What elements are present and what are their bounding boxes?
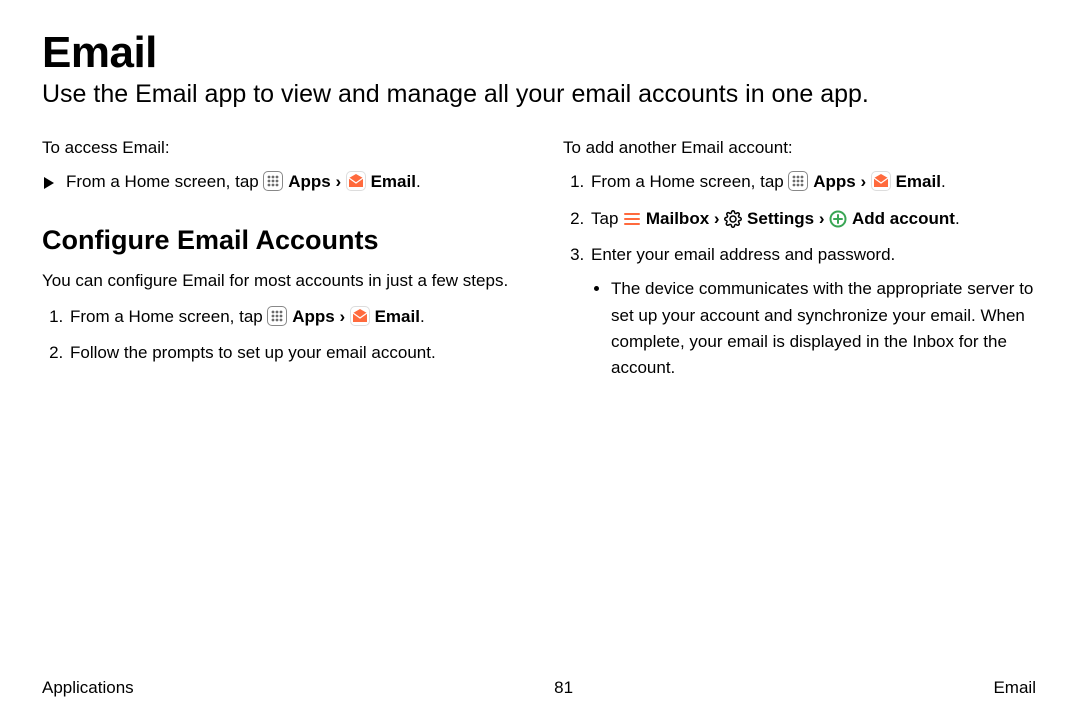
text-fragment: . <box>955 209 960 228</box>
footer-page-number: 81 <box>554 678 573 698</box>
apps-grid-icon <box>267 306 287 326</box>
content-columns: To access Email: From a Home screen, tap <box>42 135 1038 392</box>
add-intro: To add another Email account: <box>563 135 1038 161</box>
manual-page: Email Use the Email app to view and mana… <box>0 0 1080 720</box>
text-fragment: . <box>420 307 425 326</box>
right-column: To add another Email account: From a Hom… <box>563 135 1038 392</box>
add-account-label: Add account <box>852 209 955 228</box>
chevron-icon: › <box>860 172 866 191</box>
list-item: The device communicates with the appropr… <box>611 276 1038 381</box>
plus-circle-icon <box>829 210 847 228</box>
add-account-steps: From a Home screen, tap Apps › <box>563 169 1038 381</box>
email-envelope-icon <box>350 306 370 326</box>
chevron-icon: › <box>819 209 825 228</box>
access-intro: To access Email: <box>42 135 517 161</box>
chevron-icon: › <box>714 209 720 228</box>
apps-label: Apps <box>292 307 335 326</box>
footer-right: Email <box>993 678 1036 698</box>
configure-heading: Configure Email Accounts <box>42 220 517 262</box>
page-title: Email <box>42 28 1038 78</box>
text-fragment: From a Home screen, tap <box>70 307 267 326</box>
page-subtitle: Use the Email app to view and manage all… <box>42 80 1038 109</box>
page-footer: Applications 81 Email <box>42 678 1036 698</box>
list-item: From a Home screen, tap Apps › <box>68 304 517 330</box>
list-item: Tap Mailbox › <box>589 206 1038 232</box>
footer-left: Applications <box>42 678 134 698</box>
access-step: From a Home screen, tap Apps › <box>42 169 517 195</box>
chevron-icon: › <box>339 307 345 326</box>
email-label: Email <box>375 307 420 326</box>
apps-grid-icon <box>788 171 808 191</box>
mailbox-label: Mailbox <box>646 209 709 228</box>
list-item: From a Home screen, tap Apps › <box>589 169 1038 195</box>
left-column: To access Email: From a Home screen, tap <box>42 135 517 392</box>
email-label: Email <box>371 172 416 191</box>
text-fragment: . <box>416 172 421 191</box>
email-envelope-icon <box>871 171 891 191</box>
play-triangle-icon <box>42 176 56 190</box>
text-fragment: From a Home screen, tap <box>591 172 788 191</box>
text-fragment: From a Home screen, tap <box>66 172 263 191</box>
gear-icon <box>724 210 742 228</box>
text-fragment: . <box>941 172 946 191</box>
email-label: Email <box>896 172 941 191</box>
apps-label: Apps <box>813 172 856 191</box>
text-fragment: Tap <box>591 209 623 228</box>
sub-bullets: The device communicates with the appropr… <box>591 276 1038 381</box>
configure-steps: From a Home screen, tap Apps › <box>42 304 517 367</box>
apps-label: Apps <box>288 172 331 191</box>
configure-paragraph: You can configure Email for most account… <box>42 268 517 294</box>
chevron-icon: › <box>335 172 341 191</box>
list-item: Enter your email address and password. T… <box>589 242 1038 382</box>
apps-grid-icon <box>263 171 283 191</box>
email-envelope-icon <box>346 171 366 191</box>
access-step-text: From a Home screen, tap Apps › <box>66 169 421 195</box>
text-fragment: Enter your email address and password. <box>591 245 895 264</box>
list-item: Follow the prompts to set up your email … <box>68 340 517 366</box>
hamburger-menu-icon <box>623 210 641 228</box>
settings-label: Settings <box>747 209 814 228</box>
